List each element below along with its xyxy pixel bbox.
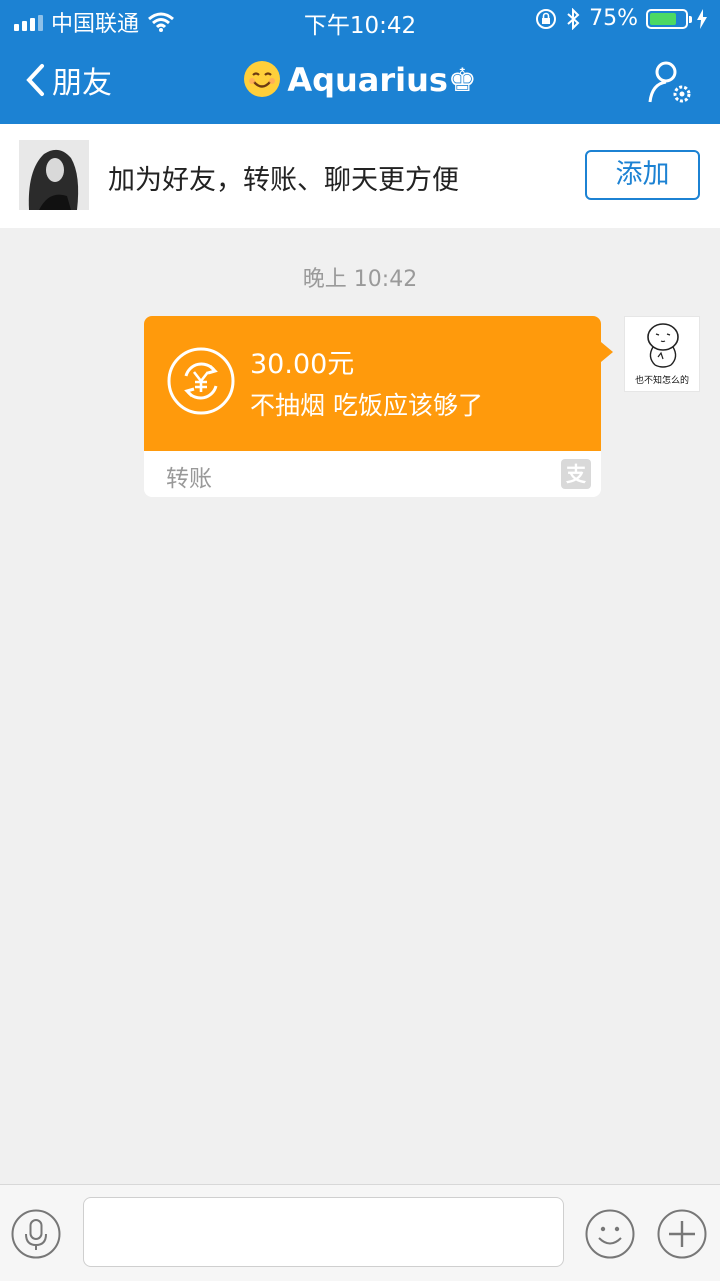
message-timestamp: 晚上 10:42: [302, 267, 418, 292]
charging-icon: [697, 8, 707, 29]
meme-avatar-icon: [647, 323, 679, 368]
profile-photo: [19, 140, 89, 210]
alipay-logo-icon: 支: [561, 459, 591, 489]
plus-button[interactable]: [657, 1209, 707, 1259]
transfer-amount: 30.00元: [250, 349, 355, 380]
avatar[interactable]: [19, 140, 89, 210]
orientation-lock-icon: [536, 8, 557, 29]
add-friend-bar: 加为好友，转账、聊天更方便 添加: [0, 124, 720, 228]
add-friend-prompt: 加为好友，转账、聊天更方便: [108, 165, 459, 196]
transfer-note: 不抽烟 吃饭应该够了: [250, 391, 483, 420]
navigation-bar: 朋友 Aquarius♚: [0, 40, 720, 124]
chat-title: Aquarius♚: [0, 60, 720, 99]
avatar-caption: 也不知怎么的: [634, 376, 689, 386]
bubble-tail: [601, 342, 613, 362]
sender-avatar[interactable]: 也不知怎么的: [624, 316, 700, 392]
top-bar: 中国联通 下午10:42 75% 朋友 Aquarius♚: [0, 0, 720, 124]
transfer-footer: 转账 支: [144, 451, 601, 497]
battery-percent: 75%: [589, 6, 638, 31]
transfer-yuan-icon: [167, 347, 235, 415]
friend-settings-icon[interactable]: [646, 58, 696, 108]
bluetooth-icon: [567, 7, 580, 30]
transfer-message[interactable]: 30.00元 不抽烟 吃饭应该够了 转账 支: [144, 316, 613, 497]
transfer-label: 转账: [166, 466, 212, 492]
status-bar: 中国联通 下午10:42 75%: [0, 0, 720, 40]
input-bar: [0, 1184, 720, 1281]
add-friend-button[interactable]: 添加: [585, 150, 700, 200]
chat-title-text: Aquarius♚: [287, 61, 477, 99]
message-input[interactable]: [83, 1197, 564, 1267]
emoji-button[interactable]: [585, 1209, 635, 1259]
battery-icon: [646, 8, 692, 29]
voice-input-button[interactable]: [11, 1209, 61, 1259]
smile-emoji-icon: [244, 61, 281, 97]
